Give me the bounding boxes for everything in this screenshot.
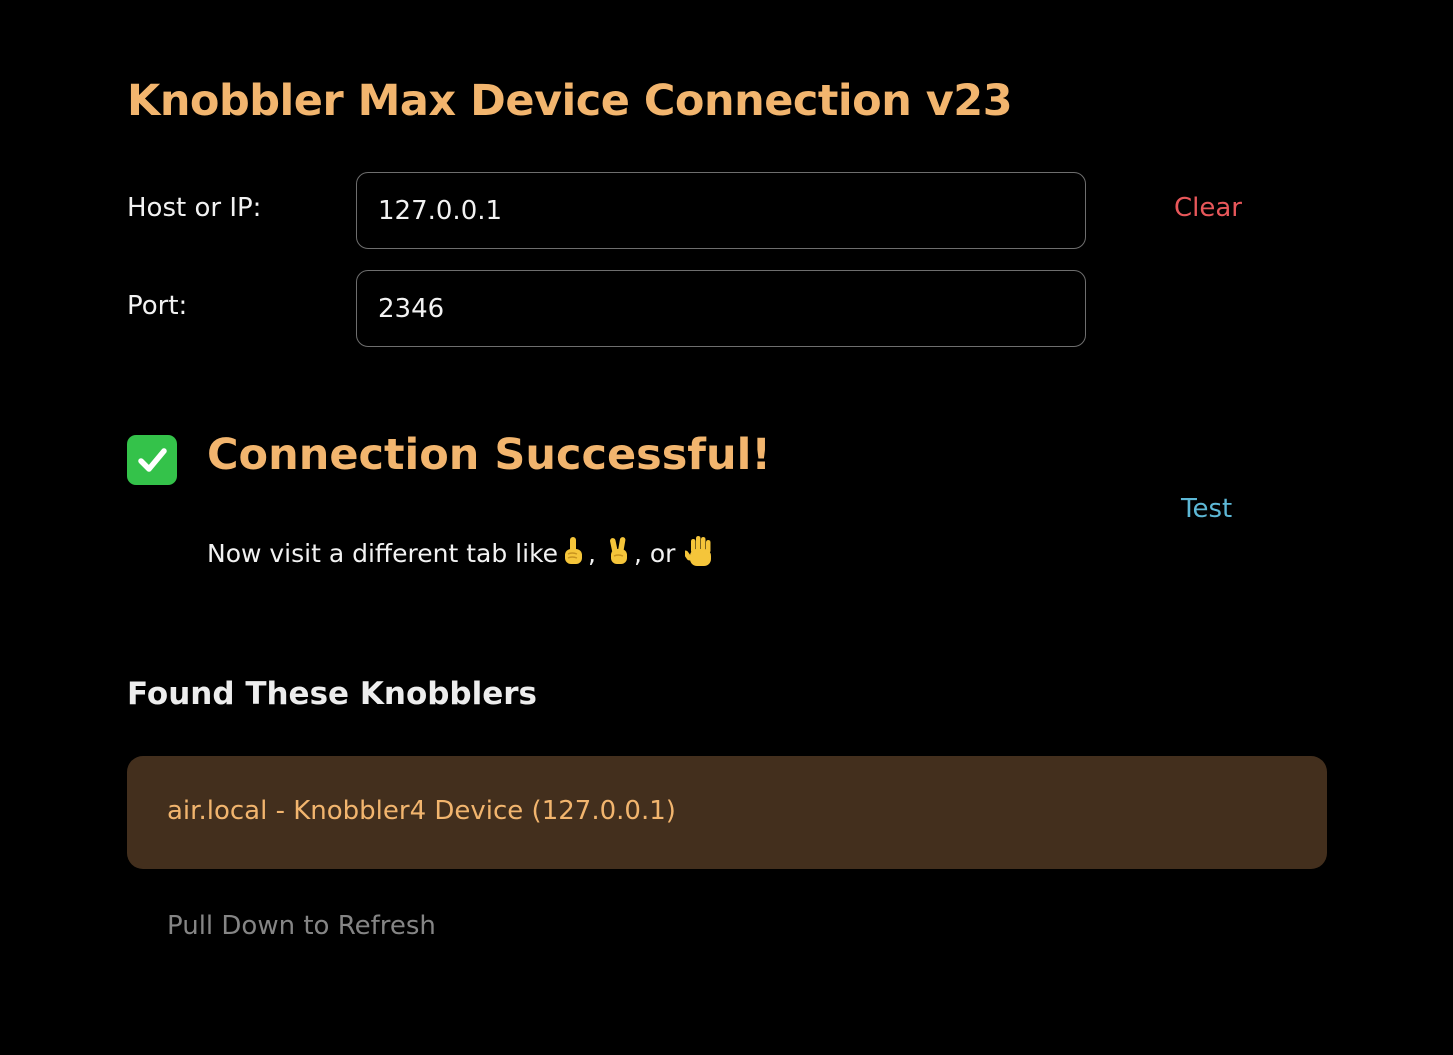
clear-button[interactable]: Clear (1174, 193, 1242, 223)
hint-text: Now visit a different tab like (207, 539, 559, 568)
host-input[interactable] (356, 172, 1086, 249)
navigation-hint: Now visit a different tab like , , or (207, 535, 717, 575)
raised-hand-icon (683, 535, 715, 575)
refresh-hint: Pull Down to Refresh (167, 911, 436, 941)
device-list-item[interactable]: air.local - Knobbler4 Device (127.0.0.1) (127, 756, 1327, 869)
check-mark-icon (127, 435, 177, 485)
victory-hand-icon (606, 536, 632, 574)
device-connection-page: Knobbler Max Device Connection v23 Host … (0, 0, 1453, 1055)
port-input[interactable] (356, 270, 1086, 347)
page-title: Knobbler Max Device Connection v23 (127, 76, 1013, 126)
host-label: Host or IP: (127, 193, 262, 223)
port-label: Port: (127, 291, 188, 321)
test-button[interactable]: Test (1181, 494, 1232, 524)
connection-status-title: Connection Successful! (207, 430, 771, 480)
hint-separator-2: , or (633, 539, 676, 568)
one-finger-hand-icon (560, 536, 586, 574)
found-knobblers-title: Found These Knobblers (127, 676, 538, 712)
device-label: air.local - Knobbler4 Device (127.0.0.1) (167, 796, 676, 826)
hint-separator-1: , (588, 539, 596, 568)
